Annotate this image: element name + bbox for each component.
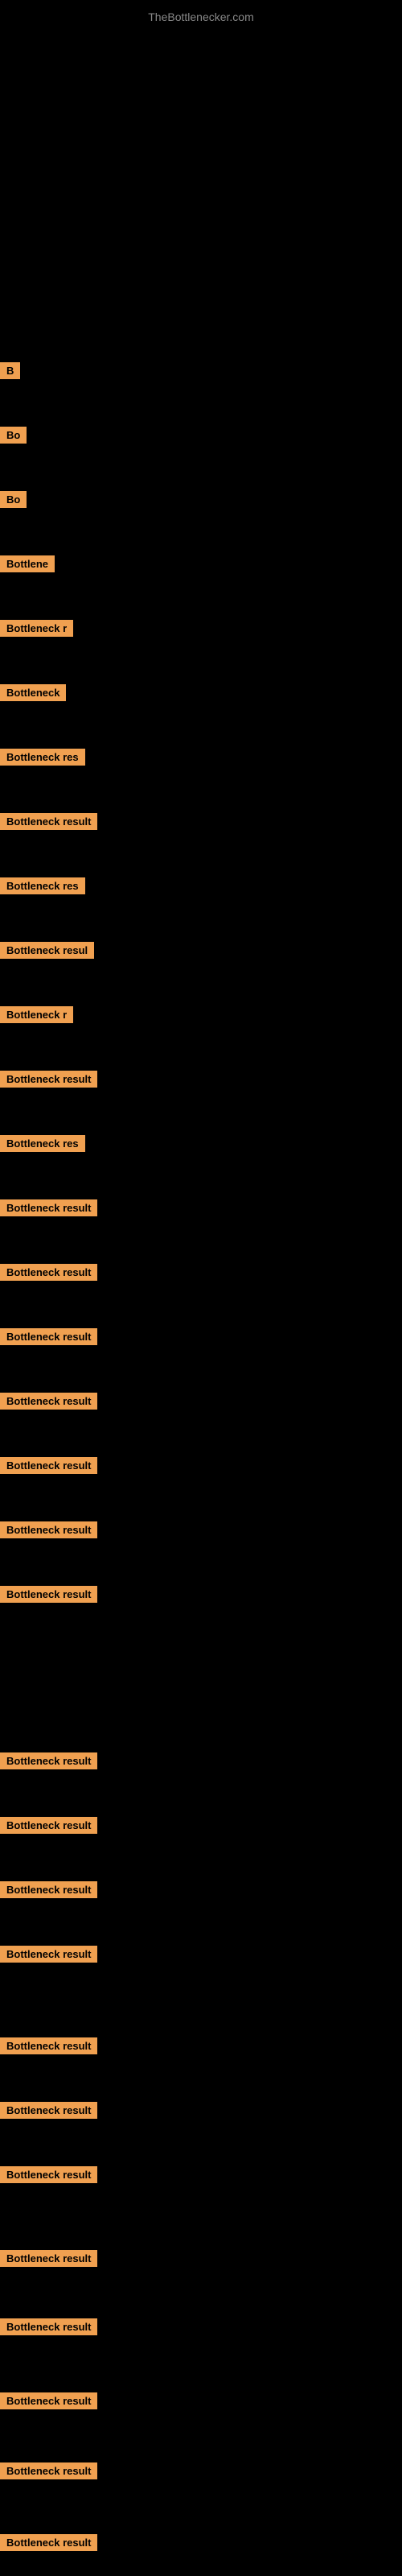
- bottleneck-label-28: Bottleneck result: [0, 2250, 97, 2267]
- bottleneck-label-24: Bottleneck result: [0, 1946, 97, 1963]
- bottleneck-label-1: B: [0, 362, 20, 379]
- bottleneck-label-31: Bottleneck result: [0, 2462, 97, 2479]
- bottleneck-label-9: Bottleneck res: [0, 877, 85, 894]
- bottleneck-label-30: Bottleneck result: [0, 2392, 97, 2409]
- bottleneck-label-3: Bo: [0, 491, 27, 508]
- bottleneck-label-13: Bottleneck res: [0, 1135, 85, 1152]
- bottleneck-label-17: Bottleneck result: [0, 1393, 97, 1410]
- bottleneck-label-2: Bo: [0, 427, 27, 444]
- bottleneck-label-21: Bottleneck result: [0, 1752, 97, 1769]
- bottleneck-label-7: Bottleneck res: [0, 749, 85, 766]
- bottleneck-label-25: Bottleneck result: [0, 2037, 97, 2054]
- bottleneck-label-6: Bottleneck: [0, 684, 66, 701]
- site-title: TheBottlenecker.com: [0, 4, 402, 30]
- bottleneck-label-19: Bottleneck result: [0, 1521, 97, 1538]
- bottleneck-label-11: Bottleneck r: [0, 1006, 73, 1023]
- bottleneck-label-29: Bottleneck result: [0, 2318, 97, 2335]
- bottleneck-label-23: Bottleneck result: [0, 1881, 97, 1898]
- bottleneck-label-4: Bottlene: [0, 555, 55, 572]
- bottleneck-label-32: Bottleneck result: [0, 2534, 97, 2551]
- bottleneck-label-12: Bottleneck result: [0, 1071, 97, 1088]
- bottleneck-label-14: Bottleneck result: [0, 1199, 97, 1216]
- bottleneck-label-16: Bottleneck result: [0, 1328, 97, 1345]
- bottleneck-label-5: Bottleneck r: [0, 620, 73, 637]
- bottleneck-label-15: Bottleneck result: [0, 1264, 97, 1281]
- bottleneck-label-26: Bottleneck result: [0, 2102, 97, 2119]
- bottleneck-label-18: Bottleneck result: [0, 1457, 97, 1474]
- bottleneck-label-10: Bottleneck resul: [0, 942, 94, 959]
- bottleneck-label-22: Bottleneck result: [0, 1817, 97, 1834]
- bottleneck-label-8: Bottleneck result: [0, 813, 97, 830]
- bottleneck-label-20: Bottleneck result: [0, 1586, 97, 1603]
- bottleneck-label-27: Bottleneck result: [0, 2166, 97, 2183]
